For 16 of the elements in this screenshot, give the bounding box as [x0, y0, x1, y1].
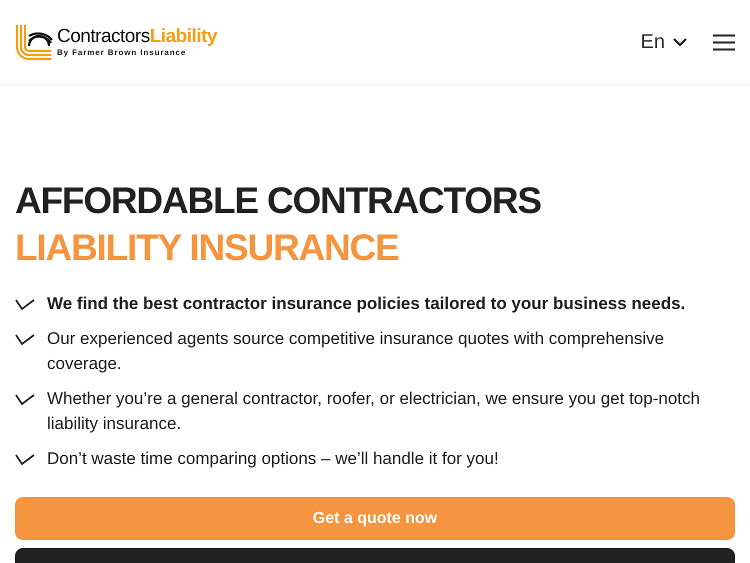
- logo-wordmark[interactable]: ContractorsLiability: [57, 27, 217, 46]
- check-icon: [15, 454, 35, 466]
- headline-highlight: LIABILITY INSURANCE: [15, 226, 400, 270]
- benefit-text: Our experienced agents source competitive insurance quotes with comprehensive coverage.: [47, 328, 666, 375]
- check-icon: [15, 299, 35, 311]
- chevron-down-icon: [673, 38, 687, 46]
- logo-tagline: By Farmer Brown Insurance: [57, 49, 188, 57]
- headline: AFFORDABLE CONTRACTORS: [15, 179, 542, 223]
- menu-icon[interactable]: [713, 34, 735, 50]
- check-icon: [15, 394, 35, 406]
- logo-icon: [15, 23, 53, 61]
- benefit-text: We find the best contractor insurance policies tailored to your business needs.: [47, 293, 686, 315]
- benefit-text: Whether you’re a general contractor, roofer, or electrician, we ensure you get top-notch liability insurance.: [47, 388, 701, 435]
- language-selector[interactable]: En: [640, 27, 687, 57]
- check-icon: [15, 334, 35, 346]
- benefit-text: Don’t waste time comparing options – we’ll handle it for you!: [47, 448, 499, 470]
